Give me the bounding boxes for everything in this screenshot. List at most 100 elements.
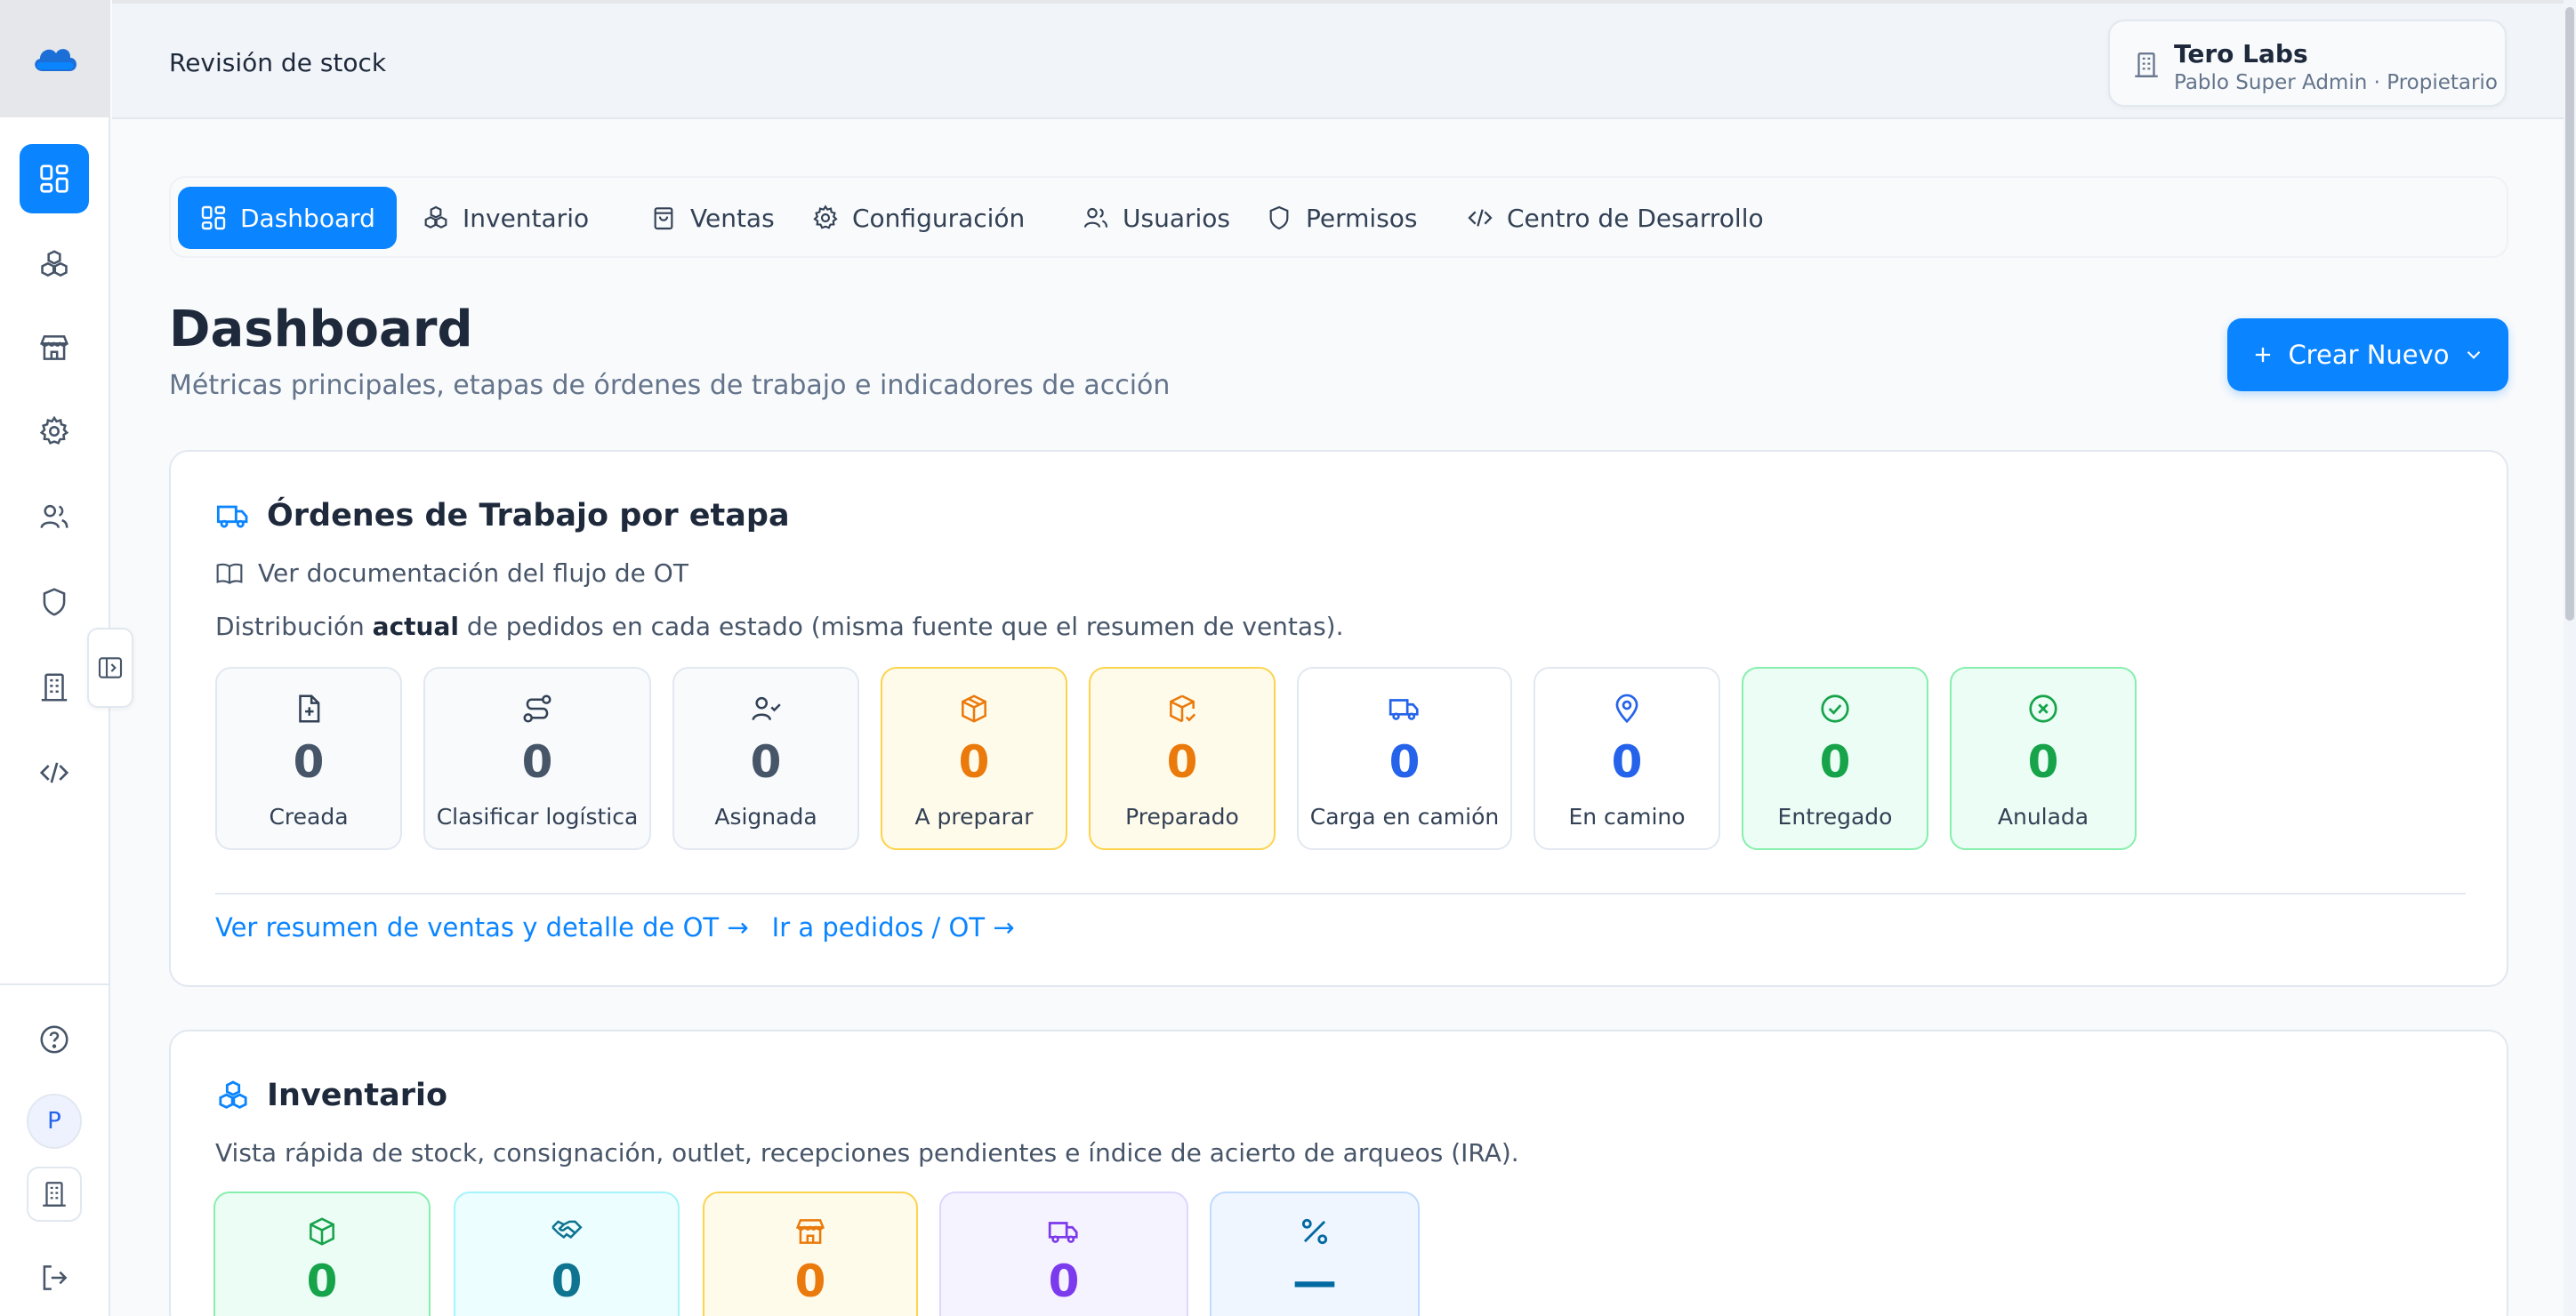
stage-en-camino[interactable]: 0 En camino [1534,667,1720,850]
stage-label: Preparado [1125,804,1239,830]
sidebar-item-usuarios[interactable] [20,482,89,551]
stage-creada[interactable]: 0 Creada [215,667,402,850]
tab-dashboard[interactable]: Dashboard [178,187,397,249]
dashboard-icon [40,164,68,193]
sidebar-item-inventario[interactable] [20,229,89,299]
avatar[interactable]: P [27,1094,82,1149]
org-selector[interactable]: Tero Labs Pablo Super Admin · Propietari… [2108,20,2507,107]
inv-stat-stock[interactable]: 0 [213,1192,431,1316]
stage-label: Entregado [1777,804,1893,830]
stage-label: Clasificar logística [436,804,639,830]
truck-icon [1389,699,1419,720]
package-icon [310,1217,334,1246]
card-divider [215,893,2466,895]
stage-label: A preparar [914,804,1034,830]
inv-stat-count: — [1292,1256,1337,1307]
tab-permisos[interactable]: Permisos [1244,187,1439,249]
inv-stat-consignacion[interactable]: 0 [454,1192,680,1316]
inventory-description: Vista rápida de stock, consignación, out… [215,1138,1519,1168]
inventory-title: Inventario [215,1078,447,1113]
code-icon [1468,209,1493,227]
truck-icon [1048,1222,1078,1243]
stage-count: 0 [1166,736,1198,788]
tab-label: Ventas [690,203,775,233]
stage-clasificar-logistica[interactable]: 0 Clasificar logística [423,667,651,850]
sidebar-item-permisos[interactable] [20,567,89,637]
gear-icon [813,205,838,229]
dashboard-icon [201,205,226,230]
help-button[interactable] [20,1005,89,1074]
page-title: Dashboard [169,301,473,358]
boxes-icon [424,205,447,229]
shopping-bag-icon [654,207,673,230]
stage-asignada[interactable]: 0 Asignada [672,667,859,850]
tab-configuracion[interactable]: Configuración [790,187,1046,249]
inv-stat-recepciones[interactable]: 0 [939,1192,1188,1316]
stage-label: Carga en camión [1309,804,1500,830]
inv-stat-count: 0 [1048,1256,1080,1307]
map-pin-icon [1615,694,1638,724]
orders-link[interactable]: Ir a pedidos / OT → [772,912,1015,943]
page-subtitle: Métricas principales, etapas de órdenes … [169,370,1171,401]
breadcrumb: Revisión de stock [169,48,387,77]
sidebar-item-tiendas[interactable] [20,313,89,382]
create-new-button[interactable]: Crear Nuevo [2227,318,2508,391]
inv-stat-count: 0 [794,1256,826,1307]
logout-button[interactable] [20,1243,89,1312]
stage-preparado[interactable]: 0 Preparado [1089,667,1276,850]
ot-footer-links: Ver resumen de ventas y detalle de OT → … [215,912,1015,943]
sidebar-item-desarrollo[interactable] [20,738,89,807]
scroll-thumb[interactable] [2565,7,2574,621]
sidebar-divider [0,983,110,985]
stage-label: Asignada [714,804,817,830]
page-scrollbar[interactable] [2564,0,2576,1316]
tab-inventario[interactable]: Inventario [400,187,610,249]
sidebar-item-organizacion[interactable] [20,653,89,722]
inv-stat-count: 0 [551,1256,583,1307]
stage-count: 0 [2027,736,2059,788]
building-icon [41,673,68,702]
file-plus-icon [299,694,320,723]
plus-icon [2256,347,2271,363]
logout-icon [43,1265,68,1290]
stage-entregado[interactable]: 0 Entregado [1742,667,1928,850]
tab-label: Usuarios [1123,203,1230,233]
store-icon [795,1219,825,1244]
sales-summary-link[interactable]: Ver resumen de ventas y detalle de OT → [215,912,749,943]
truck-icon [216,505,248,528]
tab-ventas[interactable]: Ventas [628,187,796,249]
handshake-icon [551,1220,583,1240]
inv-stat-ira[interactable]: — [1210,1192,1420,1316]
book-open-icon [216,563,243,584]
tab-usuarios[interactable]: Usuarios [1060,187,1252,249]
stage-count: 0 [1389,736,1421,788]
inv-stat-outlet[interactable]: 0 [703,1192,918,1316]
shield-icon [1269,205,1289,230]
stage-anulada[interactable]: 0 Anulada [1950,667,2137,850]
avatar-initial: P [47,1108,61,1135]
app-logo[interactable] [0,0,110,117]
sidebar-collapse-toggle[interactable] [87,628,133,708]
boxes-icon [41,250,68,277]
work-orders-title: Órdenes de Trabajo por etapa [215,498,790,534]
users-icon [1083,207,1108,228]
org-switch-button[interactable] [27,1167,82,1222]
sidebar-item-configuracion[interactable] [20,397,89,466]
sidebar-item-dashboard[interactable] [20,144,89,213]
tab-centro-desarrollo[interactable]: Centro de Desarrollo [1445,187,1785,249]
stage-count: 0 [521,736,553,788]
stage-a-preparar[interactable]: 0 A preparar [881,667,1067,850]
tab-label: Dashboard [240,203,375,233]
work-orders-card: Órdenes de Trabajo por etapa Ver documen… [169,450,2508,987]
stage-carga-en-camion[interactable]: 0 Carga en camión [1297,667,1512,850]
check-circle-icon [1821,694,1849,723]
org-user-role: Pablo Super Admin · Propietario [2174,71,2498,94]
ot-docs-link[interactable]: Ver documentación del flujo de OT [215,558,688,588]
percent-icon [1301,1218,1328,1245]
x-circle-icon [2029,694,2057,723]
user-check-icon [752,696,781,721]
ot-docs-label: Ver documentación del flujo de OT [258,558,688,588]
users-icon [40,504,68,529]
package-check-icon [1170,694,1196,723]
inv-stat-count: 0 [306,1256,338,1307]
